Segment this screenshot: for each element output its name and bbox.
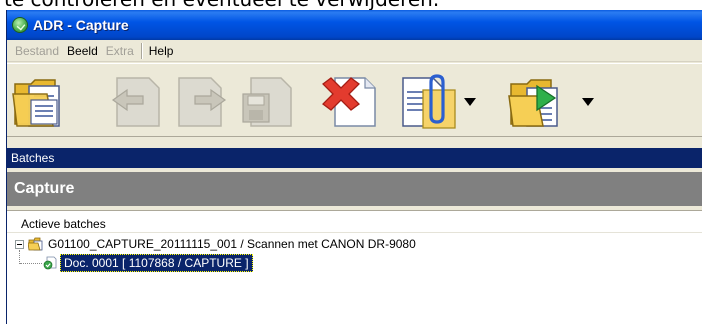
tree-node-batch[interactable]: G01100_CAPTURE_20111115_001 / Scannen me…	[15, 235, 416, 253]
toolbar	[7, 63, 702, 137]
folder-document-icon	[12, 79, 60, 127]
paperclip-document-icon	[402, 74, 456, 129]
process-button[interactable]	[507, 70, 567, 132]
menu-bestand[interactable]: Bestand	[11, 44, 63, 58]
document-caption: te controleren en eventueel te verwijder…	[0, 0, 702, 10]
menu-help[interactable]: Help	[145, 44, 178, 58]
document-check-icon	[43, 256, 57, 270]
batch-tree-panel: Actieve batches G01100_CAPTURE_20111115_…	[7, 210, 702, 324]
next-button[interactable]	[171, 70, 231, 132]
batch-label: G01100_CAPTURE_20111115_001 / Scannen me…	[48, 237, 416, 251]
tree-connector	[19, 250, 20, 264]
menu-extra[interactable]: Extra	[102, 44, 138, 58]
capture-header: Capture	[7, 172, 702, 206]
title-bar[interactable]: ADR - Capture	[7, 10, 702, 40]
arrow-left-icon	[111, 77, 160, 127]
menu-beeld[interactable]: Beeld	[63, 44, 102, 58]
arrow-right-icon	[178, 77, 227, 127]
chevron-down-icon[interactable]	[581, 97, 595, 107]
batches-bar[interactable]: Batches	[7, 148, 702, 168]
play-folder-icon	[508, 79, 558, 127]
previous-button[interactable]	[107, 70, 167, 132]
tree-node-document[interactable]: Doc. 0001 [ 1107868 / CAPTURE ]	[43, 254, 253, 272]
menu-bar: Bestand Beeld Extra Help	[7, 40, 702, 62]
red-x-document-icon	[322, 77, 376, 127]
delete-button[interactable]	[319, 70, 379, 132]
app-window: ADR - Capture Bestand Beeld Extra Help B…	[6, 10, 702, 324]
tree-connector	[20, 263, 42, 264]
active-batches-label: Actieve batches	[7, 215, 702, 233]
attach-button[interactable]	[397, 70, 457, 132]
document-label[interactable]: Doc. 0001 [ 1107868 / CAPTURE ]	[60, 254, 253, 272]
open-batch-button[interactable]	[11, 70, 71, 132]
collapse-toggle[interactable]	[15, 239, 24, 249]
save-button[interactable]	[237, 70, 297, 132]
chevron-down-icon[interactable]	[463, 97, 477, 107]
menu-separator	[140, 42, 142, 59]
floppy-disk-icon	[242, 77, 292, 127]
batch-folder-icon	[28, 237, 43, 251]
app-logo-icon[interactable]	[12, 17, 28, 33]
window-title: ADR - Capture	[33, 17, 129, 33]
